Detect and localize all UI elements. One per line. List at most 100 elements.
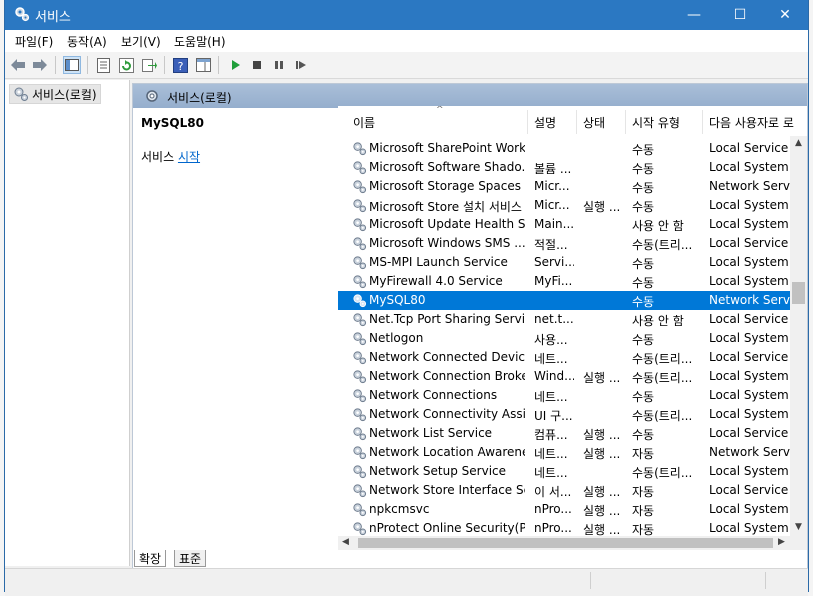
view-tabs: 확장 표준 xyxy=(132,548,332,568)
menu-action[interactable]: 동작(A) xyxy=(67,33,107,50)
service-log-on-as: Local System xyxy=(709,388,789,402)
service-log-on-as: Local System xyxy=(709,464,789,478)
help-icon[interactable]: ? xyxy=(171,56,189,74)
forward-arrow-icon[interactable] xyxy=(31,56,49,74)
restart-service-icon[interactable] xyxy=(292,56,310,74)
service-startup-type: 수동 xyxy=(632,428,655,442)
status-bar xyxy=(5,568,808,592)
service-row[interactable]: Network Connection Broker Wind... 실행 ... 수동… xyxy=(338,367,793,386)
service-row[interactable]: Network Setup Service 네트... 수동(트리... Local … xyxy=(338,462,793,481)
service-row[interactable]: Netlogon 사용... 수동 Local System xyxy=(338,329,793,348)
service-startup-type: 수동 xyxy=(632,257,655,271)
service-log-on-as: Local System xyxy=(709,521,789,535)
service-log-on-as: Local Service xyxy=(709,426,789,440)
service-gear-icon xyxy=(353,408,367,422)
column-log-on-as[interactable]: 다음 사용자로 로 xyxy=(709,114,794,131)
service-row[interactable]: Network Connected Device... 네트... 수동(트리...… xyxy=(338,348,793,367)
pause-service-icon[interactable] xyxy=(270,56,288,74)
start-service-link[interactable]: 시작 xyxy=(178,150,200,164)
show-hide-action-pane-icon[interactable] xyxy=(194,56,212,74)
title-bar[interactable]: 서비스 — ☐ ✕ xyxy=(5,0,808,30)
menu-view[interactable]: 보기(V) xyxy=(121,33,161,50)
console-tree-icon[interactable] xyxy=(63,56,81,74)
menu-bar: 파일(F) 동작(A) 보기(V) 도움말(H) xyxy=(5,30,808,52)
column-divider[interactable] xyxy=(527,110,528,134)
column-status[interactable]: 상태 xyxy=(583,114,605,131)
window-title: 서비스 xyxy=(35,10,71,25)
service-description: 컴퓨... xyxy=(534,428,568,442)
service-gear-icon xyxy=(353,446,367,460)
service-description: nPro... xyxy=(534,521,572,535)
service-row[interactable]: Microsoft Windows SMS ... 적절... 수동(트리... Lo… xyxy=(338,234,793,253)
column-divider[interactable] xyxy=(576,110,577,134)
service-row[interactable]: Network Connectivity Assis... UI 구... 수동(트… xyxy=(338,405,793,424)
service-row[interactable]: npkcmsvc nPro... 실행 ... 자동 Local System xyxy=(338,500,793,519)
column-divider[interactable] xyxy=(625,110,626,134)
service-row[interactable]: Microsoft Software Shado... 볼륨 ... 수동 Local… xyxy=(338,158,793,177)
refresh-icon[interactable] xyxy=(117,56,135,74)
maximize-button[interactable]: ☐ xyxy=(717,0,763,30)
service-startup-type: 사용 안 함 xyxy=(632,219,684,233)
service-action-prefix: 서비스 xyxy=(141,150,178,164)
service-row[interactable]: Network List Service 컴퓨... 실행 ... 수동 Local S… xyxy=(338,424,793,443)
stop-service-icon[interactable] xyxy=(248,56,266,74)
service-name: Network Store Interface Se... xyxy=(369,483,525,497)
service-row[interactable]: Net.Tcp Port Sharing Service net.t... 사용 안… xyxy=(338,310,793,329)
service-row[interactable]: Microsoft Storage Spaces ... Micr... 수동 Net… xyxy=(338,177,799,196)
menu-help[interactable]: 도움말(H) xyxy=(174,33,226,50)
menu-file[interactable]: 파일(F) xyxy=(15,33,53,50)
service-row[interactable]: Network Location Awareness 네트... 실행 ... 자동 N… xyxy=(338,443,799,462)
service-log-on-as: Network Service xyxy=(709,179,799,193)
service-startup-type: 수동(트리... xyxy=(632,371,693,385)
service-action-line: 서비스 시작 xyxy=(141,148,200,165)
service-row[interactable]: MySQL80 수동 Network Service xyxy=(338,291,799,310)
column-divider[interactable] xyxy=(702,110,703,134)
details-header: 서비스(로컬) xyxy=(133,84,807,108)
properties-sheet-icon[interactable] xyxy=(94,56,112,74)
service-description: UI 구... xyxy=(534,409,573,423)
minimize-button[interactable]: — xyxy=(671,0,717,30)
column-name[interactable]: 이름 xyxy=(353,114,375,131)
tree-item-services-local[interactable]: 서비스(로컬) xyxy=(9,84,101,104)
back-arrow-icon[interactable] xyxy=(9,56,27,74)
vertical-scrollbar[interactable]: ▲ ▼ xyxy=(790,136,807,536)
vertical-scroll-thumb[interactable] xyxy=(792,282,805,304)
service-row[interactable]: Microsoft Update Health S... Main... 사용 안 … xyxy=(338,215,793,234)
export-list-icon[interactable] xyxy=(140,56,158,74)
service-startup-type: 수동 xyxy=(632,295,655,309)
service-startup-type: 수동(트리... xyxy=(632,409,693,423)
service-gear-icon xyxy=(353,275,367,289)
column-description[interactable]: 설명 xyxy=(534,114,556,131)
selected-service-name: MySQL80 xyxy=(141,116,204,130)
service-row[interactable]: Microsoft SharePoint Work... 수동 Local Serv… xyxy=(338,139,793,158)
service-log-on-as: Local Service xyxy=(709,483,789,497)
service-row[interactable]: MS-MPI Launch Service Servi... 수동 Local Sys… xyxy=(338,253,793,272)
horizontal-scroll-thumb[interactable] xyxy=(358,538,773,548)
horizontal-scrollbar[interactable]: ◀ ▶ xyxy=(338,536,807,550)
service-status: 실행 ... xyxy=(583,504,621,518)
tab-extended[interactable]: 확장 xyxy=(134,550,167,567)
service-name: nProtect Online Security(P... xyxy=(369,521,525,535)
service-name: Netlogon xyxy=(369,331,424,345)
service-description: 사용... xyxy=(534,333,568,347)
scroll-right-arrow-icon[interactable]: ▶ xyxy=(778,537,785,547)
column-startup-type[interactable]: 시작 유형 xyxy=(632,114,680,131)
start-service-icon[interactable] xyxy=(226,56,244,74)
service-log-on-as: Network Service xyxy=(709,445,799,459)
service-startup-type: 자동 xyxy=(632,504,655,518)
service-status: 실행 ... xyxy=(583,371,621,385)
service-row[interactable]: Network Store Interface Se... 이 서... 실행 ..… xyxy=(338,481,793,500)
tab-standard[interactable]: 표준 xyxy=(174,550,207,567)
service-name: MS-MPI Launch Service xyxy=(369,255,508,269)
service-name: Microsoft SharePoint Work... xyxy=(369,141,525,155)
service-row[interactable]: Network Connections 네트... 수동 Local System xyxy=(338,386,793,405)
scroll-down-arrow-icon[interactable]: ▼ xyxy=(795,522,802,532)
scroll-left-arrow-icon[interactable]: ◀ xyxy=(342,537,349,547)
service-log-on-as: Local System xyxy=(709,160,789,174)
close-button[interactable]: ✕ xyxy=(762,0,808,30)
service-row[interactable]: MyFirewall 4.0 Service MyFi... 수동 Local Sys… xyxy=(338,272,793,291)
service-row[interactable]: Microsoft Store 설치 서비스 Micr... 실행 ... 수동 Loc… xyxy=(338,196,793,215)
scroll-up-arrow-icon[interactable]: ▲ xyxy=(795,138,802,148)
service-startup-type: 자동 xyxy=(632,447,655,461)
service-gear-icon xyxy=(353,370,367,384)
